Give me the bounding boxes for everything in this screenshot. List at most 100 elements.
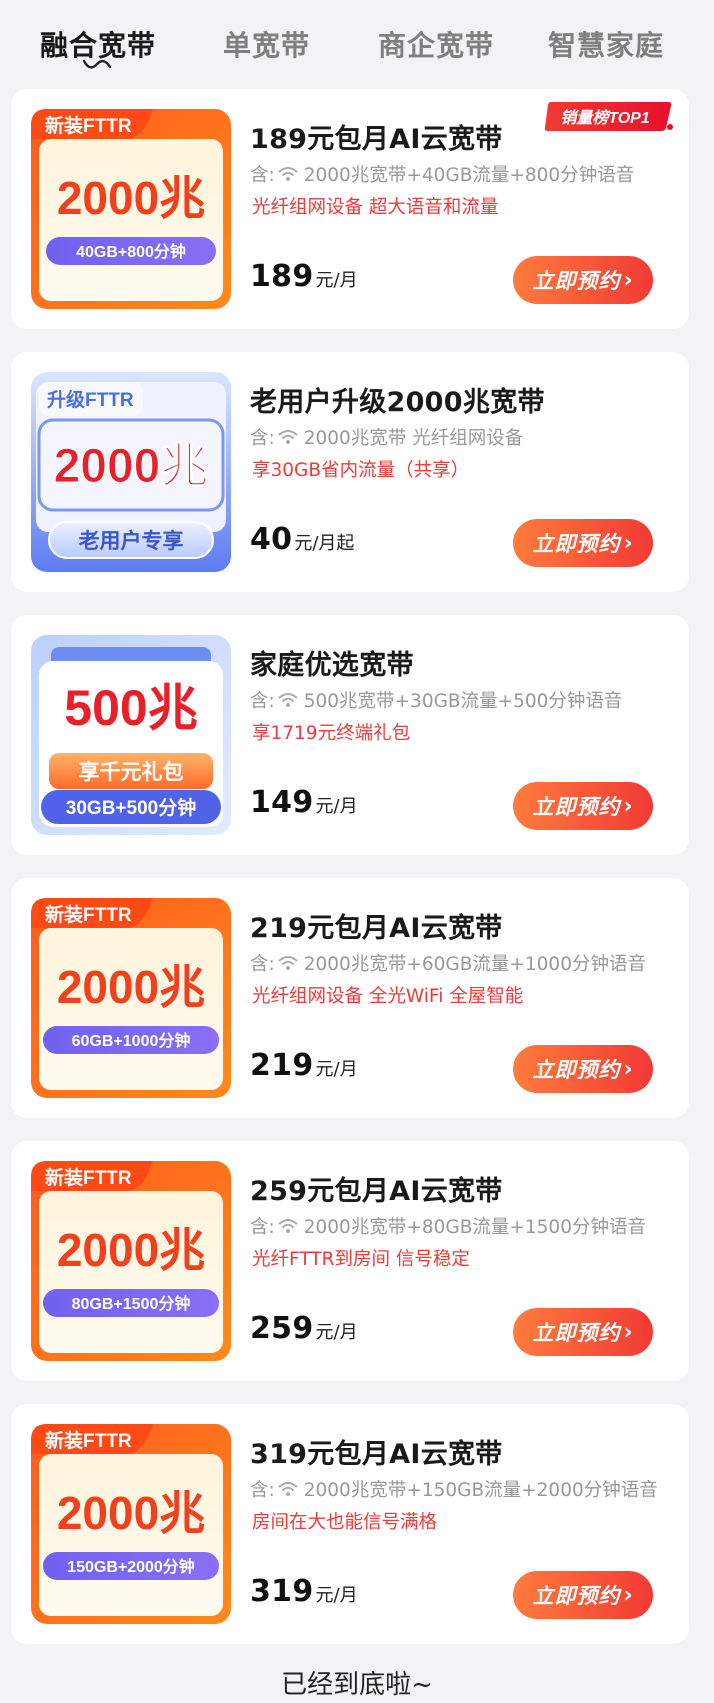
badge-text: 销量榜TOP1: [560, 109, 650, 127]
thumb-tag: 新装FTTR: [45, 1429, 132, 1452]
includes-text: 2000兆宽带 光纤组网设备: [303, 428, 524, 449]
thumb-tag: 升级FTTR: [47, 388, 134, 411]
chevron-right-icon: ›: [623, 793, 634, 819]
thumb-pill: 40GB+800分钟: [76, 242, 186, 261]
thumb-tag: 新装FTTR: [45, 114, 132, 137]
product-thumbnail: 升级FTTR 2000兆 老用户专享: [31, 372, 231, 572]
product-highlight: 享1719元终端礼包: [252, 723, 411, 744]
thumb-tag: 新装FTTR: [45, 903, 132, 926]
wifi-icon: [278, 167, 298, 181]
product-card[interactable]: 升级FTTR 2000兆 老用户专享 老用户升级2000兆宽带 含: 2000兆…: [11, 352, 689, 592]
reserve-button-label: 立即预约: [532, 532, 621, 556]
product-title: 219元包月AI云宽带: [250, 913, 503, 944]
reserve-button[interactable]: 立即预约 ›: [513, 519, 653, 567]
reserve-button-label: 立即预约: [532, 269, 621, 293]
product-includes: 含: 2000兆宽带+80GB流量+1500分钟语音: [250, 1213, 646, 1239]
chevron-right-icon: ›: [623, 1056, 634, 1082]
tab-business-broadband[interactable]: 商企宽带: [378, 24, 494, 64]
product-includes: 含: 2000兆宽带+150GB流量+2000分钟语音: [250, 1476, 658, 1502]
top-sales-badge: 销量榜TOP1: [544, 102, 673, 131]
end-of-list-text: 已经到底啦~: [281, 1670, 433, 1700]
reserve-button[interactable]: 立即预约 ›: [513, 256, 653, 304]
reserve-button[interactable]: 立即预约 ›: [513, 782, 653, 830]
thumb-speed: 2000兆: [57, 172, 205, 224]
includes-label: 含:: [250, 691, 275, 712]
reserve-button-label: 立即预约: [532, 1584, 621, 1608]
thumb-pill: 老用户专享: [79, 529, 184, 553]
thumb-tag: 新装FTTR: [45, 1166, 132, 1189]
price-unit: 元/月: [315, 1585, 358, 1606]
includes-text: 2000兆宽带+60GB流量+1000分钟语音: [303, 954, 646, 975]
price-unit: 元/月: [315, 1059, 358, 1080]
wifi-icon: [278, 1482, 298, 1496]
thumb-speed: 2000兆: [54, 440, 209, 493]
product-thumbnail: 新装FTTR 2000兆 150GB+2000分钟: [31, 1424, 231, 1624]
thumb-pill: 30GB+500分钟: [66, 796, 196, 819]
chevron-right-icon: ›: [623, 530, 634, 556]
price-unit: 元/月: [315, 796, 358, 817]
product-highlight: 房间在大也能信号满格: [252, 1512, 438, 1533]
product-includes: 含: 2000兆宽带 光纤组网设备: [250, 424, 523, 450]
product-title: 319元包月AI云宽带: [250, 1439, 503, 1470]
product-title: 家庭优选宽带: [250, 650, 414, 681]
product-card[interactable]: 新装FTTR 2000兆 150GB+2000分钟 319元包月AI云宽带 含:…: [11, 1404, 689, 1644]
includes-text: 500兆宽带+30GB流量+500分钟语音: [303, 691, 623, 712]
reserve-button[interactable]: 立即预约 ›: [513, 1571, 653, 1619]
price-unit: 元/月起: [294, 533, 355, 554]
price-unit: 元/月: [315, 1322, 358, 1343]
reserve-button-label: 立即预约: [532, 1321, 621, 1345]
product-price: 319 元/月: [250, 1574, 358, 1609]
product-card[interactable]: 新装FTTR 2000兆 40GB+800分钟 189元包月AI云宽带 含: 2…: [11, 89, 689, 329]
price-value: 149: [250, 785, 314, 820]
product-price: 40 元/月起: [250, 522, 354, 557]
wifi-icon: [278, 1219, 298, 1233]
product-includes: 含: 2000兆宽带+40GB流量+800分钟语音: [250, 161, 634, 187]
reserve-button-label: 立即预约: [532, 795, 621, 819]
product-price: 259 元/月: [250, 1311, 358, 1346]
product-includes: 含: 2000兆宽带+60GB流量+1000分钟语音: [250, 950, 646, 976]
includes-label: 含:: [250, 1217, 275, 1238]
product-price: 219 元/月: [250, 1048, 358, 1083]
product-thumbnail: 新装FTTR 2000兆 40GB+800分钟: [31, 109, 231, 309]
thumb-speed: 2000兆: [57, 961, 205, 1013]
includes-text: 2000兆宽带+150GB流量+2000分钟语音: [303, 1480, 658, 1501]
tab-single-broadband[interactable]: 单宽带: [223, 24, 310, 64]
includes-label: 含:: [250, 428, 275, 449]
product-title: 259元包月AI云宽带: [250, 1176, 503, 1207]
thumb-speed: 500兆: [64, 680, 197, 736]
price-unit: 元/月: [315, 270, 358, 291]
product-card[interactable]: 新装FTTR 2000兆 60GB+1000分钟 219元包月AI云宽带 含: …: [11, 878, 689, 1118]
thumb-speed: 2000兆: [57, 1224, 205, 1276]
reserve-button[interactable]: 立即预约 ›: [513, 1045, 653, 1093]
chevron-right-icon: ›: [623, 1319, 634, 1345]
includes-text: 2000兆宽带+40GB流量+800分钟语音: [303, 165, 635, 186]
product-title: 老用户升级2000兆宽带: [250, 387, 545, 418]
product-thumbnail: 500兆 享千元礼包 30GB+500分钟: [31, 635, 231, 835]
product-price: 149 元/月: [250, 785, 358, 820]
active-tab-indicator: [82, 59, 112, 69]
product-card[interactable]: 500兆 享千元礼包 30GB+500分钟 家庭优选宽带 含: 500兆宽带+3…: [11, 615, 689, 855]
category-tabs: 融合宽带 单宽带 商企宽带 智慧家庭: [0, 0, 714, 86]
product-highlight: 光纤组网设备 全光WiFi 全屋智能: [252, 986, 524, 1007]
wifi-icon: [278, 430, 298, 444]
reserve-button-label: 立即预约: [532, 1058, 621, 1082]
chevron-right-icon: ›: [623, 267, 634, 293]
price-value: 189: [250, 259, 314, 294]
includes-text: 2000兆宽带+80GB流量+1500分钟语音: [303, 1217, 646, 1238]
price-value: 219: [250, 1048, 314, 1083]
wifi-icon: [278, 956, 298, 970]
wifi-icon: [278, 693, 298, 707]
reserve-button[interactable]: 立即预约 ›: [513, 1308, 653, 1356]
includes-label: 含:: [250, 954, 275, 975]
product-includes: 含: 500兆宽带+30GB流量+500分钟语音: [250, 687, 622, 713]
product-thumbnail: 新装FTTR 2000兆 60GB+1000分钟: [31, 898, 231, 1098]
price-value: 319: [250, 1574, 314, 1609]
product-thumbnail: 新装FTTR 2000兆 80GB+1500分钟: [31, 1161, 231, 1361]
product-highlight: 享30GB省内流量（共享）: [252, 460, 470, 481]
product-card[interactable]: 新装FTTR 2000兆 80GB+1500分钟 259元包月AI云宽带 含: …: [11, 1141, 689, 1381]
thumb-pill: 80GB+1500分钟: [72, 1294, 191, 1313]
tab-smart-home[interactable]: 智慧家庭: [548, 24, 664, 64]
product-title: 189元包月AI云宽带: [250, 124, 503, 155]
thumb-pill: 60GB+1000分钟: [72, 1031, 191, 1050]
thumb-gift: 享千元礼包: [79, 760, 184, 784]
